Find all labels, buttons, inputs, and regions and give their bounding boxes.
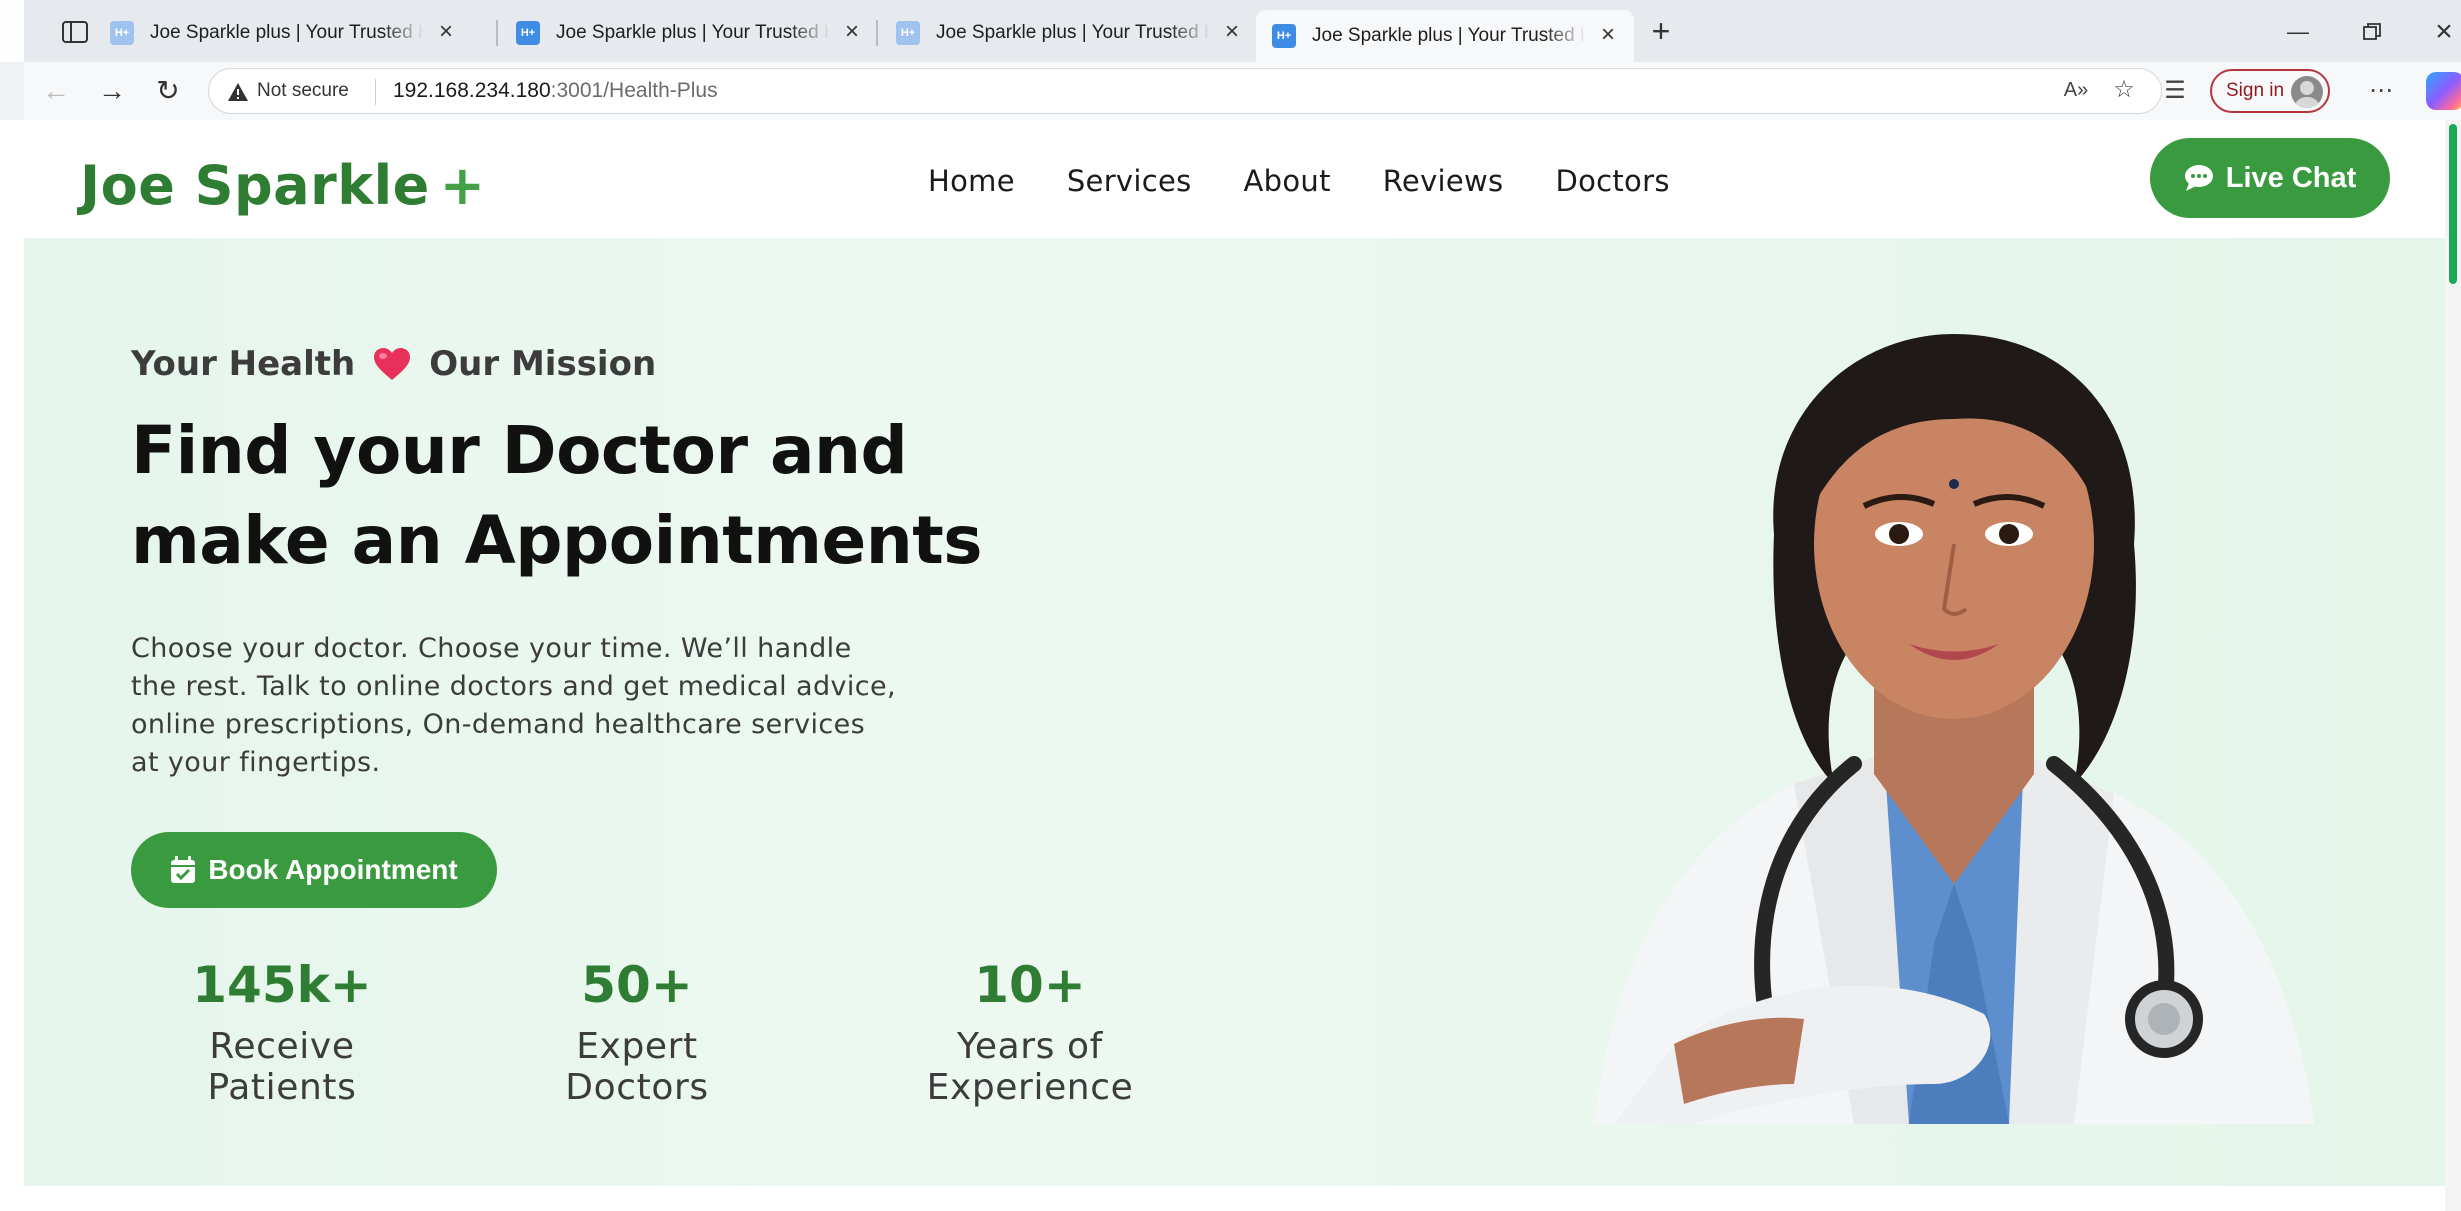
stat-patients: 145k+ Receive Patients <box>131 956 433 1108</box>
url-text[interactable]: 192.168.234.180:3001/Health-Plus <box>393 79 718 103</box>
tab-divider <box>496 20 498 46</box>
browser-toolbar: ← → ↻ Not secure 192.168.234.180:3001/He… <box>24 62 2461 120</box>
profile-avatar-icon <box>2291 76 2323 108</box>
doctor-portrait-image <box>1594 334 2314 1124</box>
nav-doctors[interactable]: Doctors <box>1555 164 1669 198</box>
nav-reviews[interactable]: Reviews <box>1383 164 1504 198</box>
tab-favicon-icon: H+ <box>516 21 540 45</box>
site-logo[interactable]: Joe Sparkle + <box>80 154 486 217</box>
page-scrollbar[interactable] <box>2445 120 2461 1211</box>
web-page: Joe Sparkle + Home Services About Reviews… <box>24 120 2445 1211</box>
tagline-right: Our Mission <box>429 344 657 384</box>
tab-favicon-icon: H+ <box>1272 24 1296 48</box>
read-aloud-icon[interactable]: A» <box>2059 74 2093 108</box>
calendar-check-icon <box>171 856 196 883</box>
url-path: :3001/Health-Plus <box>550 79 718 102</box>
reload-icon[interactable]: ↻ <box>150 74 186 110</box>
warning-icon <box>228 83 248 101</box>
main-menu: Home Services About Reviews Doctors <box>928 164 1670 198</box>
nav-about[interactable]: About <box>1244 164 1331 198</box>
tab-title: Joe Sparkle plus | Your Trusted Health P… <box>936 22 1210 43</box>
chat-bubble-icon <box>2184 165 2213 191</box>
headline-line-1: Find your Doctor and <box>131 412 908 489</box>
hero-section: Your Health Our Mission Find your Doctor… <box>24 238 2445 1186</box>
tab-strip: H+ Joe Sparkle plus | Your Trusted Healt… <box>0 0 2461 62</box>
tagline-left: Your Health <box>131 344 356 384</box>
not-secure-label[interactable]: Not secure <box>257 80 349 102</box>
close-tab-icon[interactable]: × <box>1220 20 1244 45</box>
stat-value: 10+ <box>974 956 1086 1014</box>
close-window-icon[interactable]: × <box>2424 14 2461 50</box>
browser-tab[interactable]: H+ Joe Sparkle plus | Your Trusted Healt… <box>500 10 878 56</box>
close-tab-icon[interactable]: × <box>434 20 458 45</box>
nav-services[interactable]: Services <box>1067 164 1192 198</box>
browser-tab-active[interactable]: H+ Joe Sparkle plus | Your Trusted Healt… <box>1256 10 1634 62</box>
tab-title: Joe Sparkle plus | Your Trusted Health P… <box>1312 25 1586 46</box>
hero-headline: Find your Doctor and make an Appointment… <box>131 406 1031 586</box>
scrollbar-thumb[interactable] <box>2449 124 2457 284</box>
live-chat-button[interactable]: Live Chat <box>2150 138 2390 218</box>
minimize-icon[interactable]: — <box>2278 14 2318 50</box>
headline-line-2: make an Appointments <box>131 502 983 579</box>
stat-value: 145k+ <box>192 956 372 1014</box>
site-navbar: Joe Sparkle + Home Services About Reviews… <box>24 120 2445 238</box>
stat-experience: 10+ Years of Experience <box>850 956 1210 1108</box>
tab-favicon-icon: H+ <box>896 21 920 45</box>
tab-title: Joe Sparkle plus | Your Trusted Health P… <box>556 22 830 43</box>
url-host: 192.168.234.180 <box>393 79 551 102</box>
address-divider <box>375 79 376 105</box>
logo-plus: + <box>439 154 486 217</box>
book-appointment-label: Book Appointment <box>208 854 458 885</box>
copilot-icon[interactable] <box>2426 72 2461 110</box>
tab-favicon-icon: H+ <box>110 21 134 45</box>
more-options-icon[interactable]: ⋯ <box>2364 75 2398 109</box>
close-tab-icon[interactable]: × <box>840 20 864 45</box>
live-chat-label: Live Chat <box>2225 161 2357 194</box>
browser-tab[interactable]: H+ Joe Sparkle plus | Your Trusted Healt… <box>880 10 1258 56</box>
hero-tagline: Your Health Our Mission <box>131 344 656 384</box>
stat-doctors: 50+ Expert Doctors <box>509 956 765 1108</box>
back-icon[interactable]: ← <box>38 74 74 110</box>
tab-actions-icon[interactable] <box>60 18 90 46</box>
stat-label: Years of Experience <box>926 1026 1134 1108</box>
browser-chrome: H+ Joe Sparkle plus | Your Trusted Healt… <box>0 0 2461 120</box>
sign-in-button[interactable]: Sign in <box>2210 69 2330 113</box>
nav-home[interactable]: Home <box>928 164 1015 198</box>
tab-divider <box>876 20 878 46</box>
favorites-list-icon[interactable]: ☰ <box>2158 75 2192 109</box>
close-tab-icon[interactable]: × <box>1596 23 1620 48</box>
stat-value: 50+ <box>581 956 693 1014</box>
browser-tab[interactable]: H+ Joe Sparkle plus | Your Trusted Healt… <box>94 10 472 56</box>
tab-title: Joe Sparkle plus | Your Trusted Health P… <box>150 22 424 43</box>
stat-label: Receive Patients <box>207 1026 357 1108</box>
heart-icon <box>374 348 411 380</box>
restore-icon[interactable] <box>2352 14 2392 50</box>
new-tab-icon[interactable]: + <box>1644 15 1678 50</box>
favorite-star-icon[interactable]: ☆ <box>2107 74 2141 108</box>
book-appointment-button[interactable]: Book Appointment <box>131 832 497 908</box>
hero-description: Choose your doctor. Choose your time. We… <box>131 633 897 778</box>
logo-text: Joe Sparkle <box>80 154 430 217</box>
stat-label: Expert Doctors <box>565 1026 709 1108</box>
forward-icon[interactable]: → <box>94 74 130 110</box>
sign-in-label: Sign in <box>2226 80 2285 101</box>
address-bar[interactable]: Not secure 192.168.234.180:3001/Health-P… <box>208 68 2162 114</box>
